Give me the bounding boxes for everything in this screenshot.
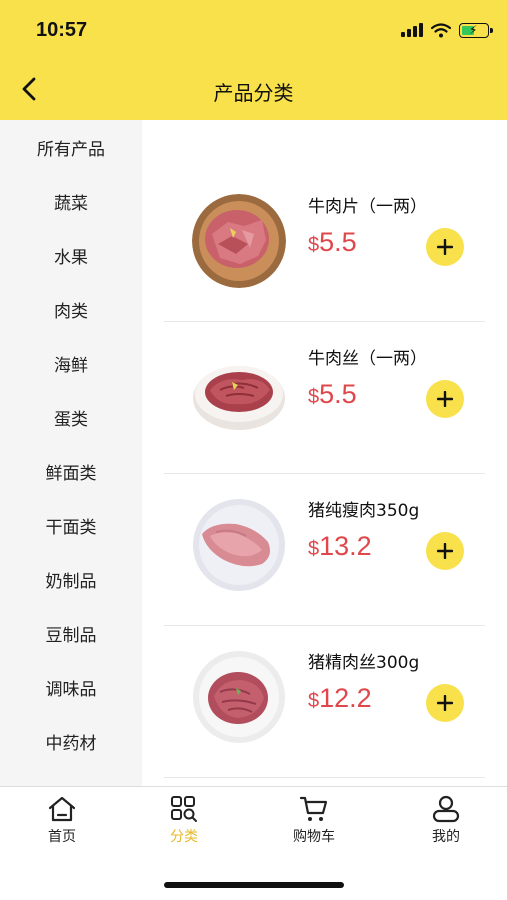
plus-icon <box>437 391 453 407</box>
plus-icon <box>437 239 453 255</box>
user-icon <box>432 795 460 823</box>
product-price: $5.5 <box>308 227 357 257</box>
plus-icon <box>437 695 453 711</box>
product-image <box>192 194 286 288</box>
tab-cart-label: 购物车 <box>293 829 335 845</box>
product-card[interactable]: 猪纯瘦肉350g $13.2 <box>164 474 485 626</box>
product-card[interactable]: 牛肉片（一两） $5.5 <box>164 170 485 322</box>
product-image <box>192 650 286 744</box>
home-indicator <box>164 882 344 888</box>
sidebar-item-eggs[interactable]: 蛋类 <box>0 390 142 444</box>
product-price: $12.2 <box>308 683 372 713</box>
plus-icon <box>437 543 453 559</box>
status-time: 10:57 <box>36 19 88 41</box>
sidebar-item-herbs[interactable]: 中药材 <box>0 714 142 768</box>
product-card[interactable]: 牛肉丝（一两） $5.5 <box>164 322 485 474</box>
product-price: $5.5 <box>308 379 357 409</box>
sidebar-item-vegetables[interactable]: 蔬菜 <box>0 174 142 228</box>
add-to-cart-button[interactable] <box>426 532 464 570</box>
product-name: 牛肉丝（一两） <box>308 349 427 369</box>
sidebar-item-fruit[interactable]: 水果 <box>0 228 142 282</box>
product-name: 猪纯瘦肉350g <box>308 501 420 521</box>
signal-icon <box>401 23 423 37</box>
product-card[interactable]: 猪精肉丝300g $12.2 <box>164 626 485 778</box>
sidebar-item-seasoning[interactable]: 调味品 <box>0 660 142 714</box>
battery-icon: ⚡ <box>459 22 493 38</box>
cart-icon <box>299 796 328 821</box>
home-icon <box>48 796 76 822</box>
sidebar-item-dairy[interactable]: 奶制品 <box>0 552 142 606</box>
tab-home-label: 首页 <box>48 829 76 845</box>
product-name: 牛肉片（一两） <box>308 197 427 217</box>
tab-mine[interactable]: 我的 <box>396 795 496 846</box>
add-to-cart-button[interactable] <box>426 380 464 418</box>
tab-home[interactable]: 首页 <box>12 795 112 846</box>
sidebar-item-all[interactable]: 所有产品 <box>0 120 142 174</box>
product-name: 猪精肉丝300g <box>308 653 420 673</box>
sidebar-item-fresh-noodles[interactable]: 鲜面类 <box>0 444 142 498</box>
tab-category-label: 分类 <box>170 829 198 845</box>
tab-cart[interactable]: 购物车 <box>264 795 364 846</box>
category-sidebar: 所有产品 蔬菜 水果 肉类 海鲜 蛋类 鲜面类 干面类 奶制品 豆制品 调味品 … <box>0 120 142 786</box>
tab-category[interactable]: 分类 <box>134 795 234 846</box>
top-bar: 10:57 ⚡ 产品分类 <box>0 0 507 120</box>
sidebar-item-soy-products[interactable]: 豆制品 <box>0 606 142 660</box>
tab-mine-label: 我的 <box>432 829 460 845</box>
sidebar-item-meat[interactable]: 肉类 <box>0 282 142 336</box>
status-icons: ⚡ <box>401 20 493 40</box>
product-image <box>192 346 286 440</box>
add-to-cart-button[interactable] <box>426 684 464 722</box>
category-grid-icon <box>171 796 197 822</box>
page-title: 产品分类 <box>213 81 294 105</box>
sidebar-item-dry-noodles[interactable]: 干面类 <box>0 498 142 552</box>
sidebar-item-seafood[interactable]: 海鲜 <box>0 336 142 390</box>
product-image <box>192 498 286 592</box>
add-to-cart-button[interactable] <box>426 228 464 266</box>
product-list: 牛肉片（一两） $5.5 牛肉丝（一两） $5.5 猪纯瘦肉350g $13.2… <box>142 120 507 786</box>
product-price: $13.2 <box>308 531 372 561</box>
wifi-icon <box>431 22 451 37</box>
